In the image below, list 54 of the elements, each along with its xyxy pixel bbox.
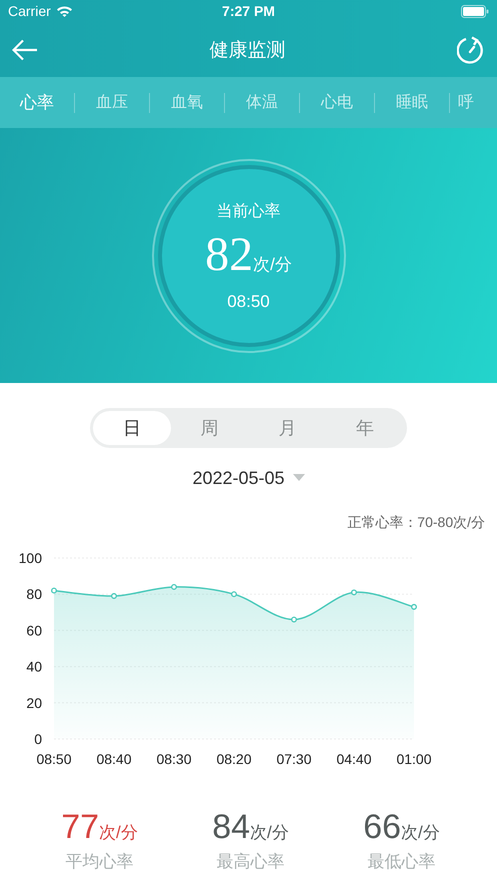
- y-axis-label: 100: [18, 550, 42, 566]
- stat-label: 平均心率: [66, 851, 134, 873]
- data-point: [51, 588, 57, 594]
- unit-label: 次/分: [401, 822, 440, 844]
- normal-range-note: 正常心率：70-80次/分: [347, 514, 485, 532]
- tab[interactable]: 呼: [450, 92, 474, 113]
- tab[interactable]: 心率: [0, 91, 74, 114]
- data-point: [411, 604, 417, 610]
- tab[interactable]: 血压: [75, 92, 149, 113]
- y-axis-label: 0: [34, 731, 42, 747]
- dial-label: 当前心率: [216, 202, 280, 222]
- period-tab[interactable]: 年: [326, 411, 404, 445]
- x-axis-label: 07:30: [276, 751, 312, 767]
- stat-label: 最高心率: [216, 851, 284, 873]
- heart-rate-value: 82: [205, 228, 254, 282]
- dropdown-caret-icon[interactable]: [292, 474, 305, 482]
- x-axis-label: 04:40: [336, 751, 372, 767]
- clock-time: 7:27 PM: [222, 3, 275, 19]
- tab[interactable]: 心电: [300, 92, 374, 113]
- tab[interactable]: 睡眠: [375, 92, 449, 113]
- x-axis-label: 08:30: [156, 751, 192, 767]
- wifi-icon: [56, 5, 73, 17]
- page-title: 健康监测: [210, 38, 286, 62]
- stat-value: 84: [212, 808, 250, 846]
- unit-label: 次/分: [250, 822, 289, 844]
- measure-time: 08:50: [227, 292, 270, 312]
- battery-icon: [461, 4, 489, 18]
- carrier-name: Carrier: [8, 3, 51, 19]
- unit-label: 次/分: [99, 822, 138, 844]
- unit-label: 次/分: [253, 254, 292, 276]
- stat-value: 66: [363, 808, 402, 846]
- data-point: [171, 584, 177, 590]
- x-axis-label: 08:20: [216, 751, 252, 767]
- y-axis-label: 80: [26, 586, 42, 602]
- data-point: [291, 616, 297, 622]
- y-axis-label: 40: [26, 658, 42, 675]
- date-picker[interactable]: 2022-05-05: [192, 468, 285, 488]
- x-axis-label: 08:40: [96, 751, 132, 767]
- x-axis-label: 08:50: [36, 751, 72, 767]
- refresh-icon[interactable]: [457, 36, 485, 64]
- stat-label: 最低心率: [368, 851, 436, 873]
- stat-value: 77: [61, 808, 100, 846]
- period-tab[interactable]: 周: [170, 411, 248, 445]
- tab[interactable]: 血氧: [150, 92, 224, 113]
- data-point: [351, 589, 357, 596]
- back-arrow-icon[interactable]: [12, 38, 38, 60]
- data-point: [111, 593, 117, 599]
- period-tab[interactable]: 日: [93, 411, 171, 445]
- data-point: [231, 591, 237, 598]
- period-tab[interactable]: 月: [248, 411, 326, 445]
- y-axis-label: 20: [26, 694, 42, 711]
- y-axis-label: 60: [26, 622, 42, 638]
- x-axis-label: 01:00: [396, 751, 432, 767]
- tab[interactable]: 体温: [225, 92, 299, 113]
